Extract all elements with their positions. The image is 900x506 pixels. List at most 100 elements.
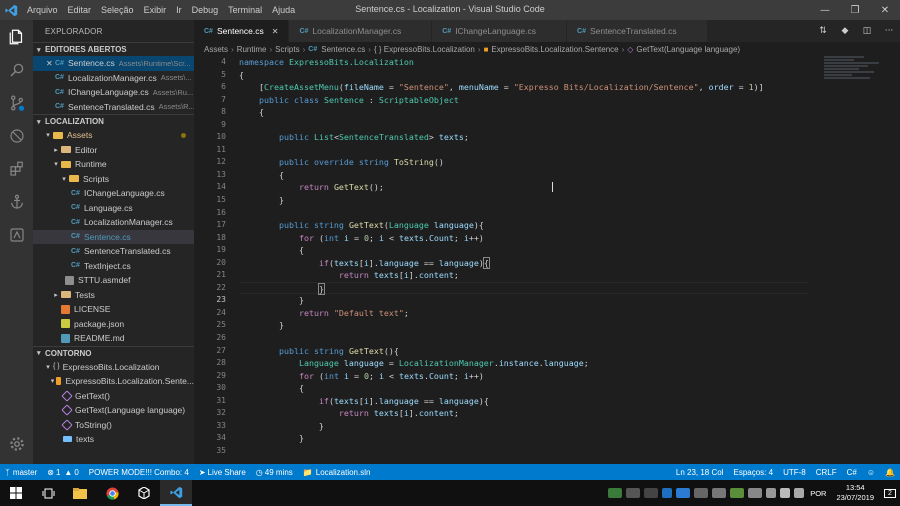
anchor-icon[interactable] <box>0 185 33 218</box>
outline-header[interactable]: ▾ CONTORNO <box>33 345 194 360</box>
breadcrumb-item[interactable]: GetText(Language language) <box>636 45 740 54</box>
tab-sentence-translated[interactable]: C# SentenceTranslated.cs <box>567 20 708 42</box>
volume-icon[interactable] <box>766 488 777 498</box>
breadcrumb-item[interactable]: { } ExpressoBits.Localization <box>374 45 475 54</box>
cursor-position[interactable]: Ln 23, 18 Col <box>671 468 729 477</box>
menu-debug[interactable]: Debug <box>187 5 224 15</box>
minimap[interactable] <box>824 56 886 116</box>
breadcrumb-item[interactable]: Scripts <box>275 45 299 54</box>
workspace-header[interactable]: ▾ LOCALIZATION <box>33 114 194 128</box>
tray-app-icon[interactable] <box>608 488 623 498</box>
tab-ichange-language[interactable]: C# IChangeLanguage.cs <box>432 20 568 42</box>
tray-app-icon[interactable] <box>748 488 763 498</box>
outline-item[interactable]: ▾{ } ExpressoBits.Localization <box>33 360 194 375</box>
search-icon[interactable] <box>0 53 33 86</box>
windows-start-icon[interactable] <box>0 480 32 506</box>
tab-sentence[interactable]: C# Sentence.cs ✕ <box>194 20 290 42</box>
tray-app-icon[interactable] <box>712 488 727 498</box>
tree-file[interactable]: LICENSE <box>33 302 194 317</box>
tree-file[interactable]: C# LocalizationManager.cs <box>33 215 194 230</box>
network-icon[interactable] <box>780 488 791 498</box>
source-control-icon[interactable] <box>0 86 33 119</box>
tree-file[interactable]: README.md <box>33 331 194 346</box>
menu-ir[interactable]: Ir <box>171 5 187 15</box>
tree-folder-assets[interactable]: ▾ Assets <box>33 128 194 143</box>
menu-exibir[interactable]: Exibir <box>139 5 172 15</box>
unity-icon[interactable] <box>128 480 160 506</box>
more-actions-icon[interactable]: ··· <box>878 26 900 36</box>
menu-arquivo[interactable]: Arquivo <box>22 5 63 15</box>
live-share-status[interactable]: ➤ Live Share <box>194 468 251 477</box>
feedback-smiley-icon[interactable]: ☺ <box>862 468 880 477</box>
action-center-icon[interactable]: 2 <box>880 488 900 498</box>
branch-status[interactable]: ᛉ master <box>0 468 42 477</box>
close-icon[interactable]: ✕ <box>46 59 53 68</box>
tray-app-icon[interactable] <box>644 488 659 498</box>
compare-changes-icon[interactable]: ⇅ <box>812 26 834 36</box>
input-language[interactable]: POR <box>810 489 826 498</box>
end-of-line[interactable]: CRLF <box>811 468 842 477</box>
open-editors-header[interactable]: ▾ EDITORES ABERTOS <box>33 42 194 56</box>
remote-explorer-icon[interactable] <box>0 218 33 251</box>
tree-file[interactable]: STTU.asmdef <box>33 273 194 288</box>
outline-item[interactable]: texts <box>33 432 194 447</box>
tree-file-selected[interactable]: C# Sentence.cs <box>33 229 194 244</box>
debug-icon[interactable] <box>0 119 33 152</box>
close-icon[interactable]: ✕ <box>272 27 279 36</box>
clock[interactable]: 13:54 23/07/2019 <box>836 483 874 503</box>
menu-ajuda[interactable]: Ajuda <box>267 5 300 15</box>
menu-editar[interactable]: Editar <box>63 5 97 15</box>
settings-gear-icon[interactable] <box>0 427 33 460</box>
tree-file[interactable]: C# IChangeLanguage.cs <box>33 186 194 201</box>
outline-item[interactable]: GetText() <box>33 389 194 404</box>
language-mode[interactable]: C# <box>842 468 862 477</box>
open-editor-item[interactable]: ✕ C# Sentence.cs Assets\Runtime\Scr... <box>33 56 194 71</box>
problems-status[interactable]: ⊗ 1 ▲ 0 <box>42 468 84 477</box>
bluetooth-icon[interactable] <box>662 488 673 498</box>
power-mode-status[interactable]: POWER MODE!!! Combo: 4 <box>84 468 194 477</box>
menu-selecao[interactable]: Seleção <box>96 5 139 15</box>
close-icon[interactable]: ✕ <box>870 0 900 20</box>
tab-localization-manager[interactable]: C# LocalizationManager.cs <box>289 20 433 42</box>
encoding[interactable]: UTF-8 <box>778 468 811 477</box>
restore-icon[interactable]: ❐ <box>840 0 870 20</box>
open-editor-item[interactable]: C# LocalizationManager.cs Assets\... <box>33 71 194 86</box>
tree-file[interactable]: C# Language.cs <box>33 201 194 216</box>
tray-app-icon[interactable] <box>730 488 745 498</box>
outline-item[interactable]: ToString() <box>33 418 194 433</box>
outline-item[interactable]: GetText(Language language) <box>33 403 194 418</box>
tray-app-icon[interactable] <box>676 488 691 498</box>
breadcrumb-item[interactable]: Assets <box>204 45 228 54</box>
live-share-icon[interactable]: ◆ <box>834 26 856 36</box>
time-tracker-status[interactable]: ◷ 49 mins <box>251 468 298 477</box>
tree-file[interactable]: package.json <box>33 317 194 332</box>
tree-folder-editor[interactable]: ▸ Editor <box>33 143 194 158</box>
task-view-icon[interactable] <box>32 480 64 506</box>
minimize-icon[interactable]: — <box>810 0 840 20</box>
split-editor-icon[interactable]: ◫ <box>856 26 878 36</box>
breadcrumb-item[interactable]: Runtime <box>237 45 267 54</box>
tree-folder-scripts[interactable]: ▾ Scripts <box>33 172 194 187</box>
tree-file[interactable]: C# SentenceTranslated.cs <box>33 244 194 259</box>
explorer-icon[interactable] <box>0 20 33 53</box>
tray-app-icon[interactable] <box>626 488 641 498</box>
extensions-icon[interactable] <box>0 152 33 185</box>
outline-item[interactable]: ▾ ExpressoBits.Localization.Sente... <box>33 374 194 389</box>
vscode-taskbar-icon[interactable] <box>160 480 192 506</box>
menu-terminal[interactable]: Terminal <box>223 5 267 15</box>
chrome-icon[interactable] <box>96 480 128 506</box>
tree-file[interactable]: C# TextInject.cs <box>33 259 194 274</box>
solution-status[interactable]: 📁 Localization.sln <box>298 468 376 477</box>
battery-icon[interactable] <box>794 488 805 498</box>
open-editor-item[interactable]: C# IChangeLanguage.cs Assets\Ru... <box>33 85 194 100</box>
vertical-scrollbar[interactable] <box>886 56 900 464</box>
tree-folder-runtime[interactable]: ▾ Runtime <box>33 157 194 172</box>
tree-folder-tests[interactable]: ▸ Tests <box>33 288 194 303</box>
tray-app-icon[interactable] <box>694 488 709 498</box>
open-editor-item[interactable]: C# SentenceTranslated.cs Assets\R... <box>33 100 194 115</box>
breadcrumb-item[interactable]: Sentence.cs <box>321 45 365 54</box>
file-explorer-icon[interactable] <box>64 480 96 506</box>
breadcrumb-item[interactable]: ExpressoBits.Localization.Sentence <box>491 45 618 54</box>
notifications-bell-icon[interactable]: 🔔 <box>880 468 900 477</box>
code-editor[interactable]: 4 5 6 7 8 9 10 11 12 13 14 15 16 17 18 1… <box>194 56 900 464</box>
